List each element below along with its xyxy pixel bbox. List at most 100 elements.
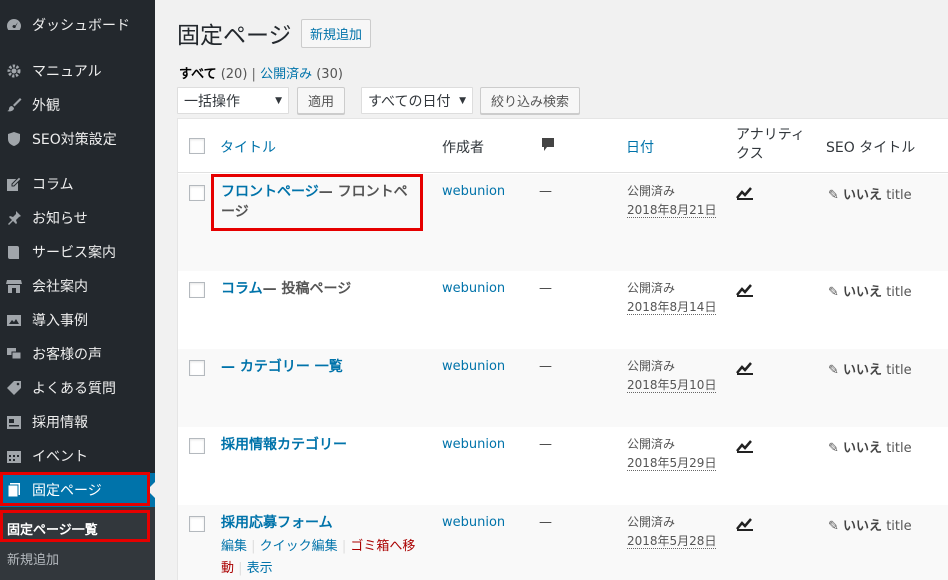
seo-label: title [886, 441, 912, 456]
row-comments: — [539, 184, 552, 199]
sidebar-item-services[interactable]: サービス案内 [0, 235, 155, 269]
admin-sidebar: ダッシュボード マニュアル 外観 SEO対策設定 コラム お知らせ サービス案内… [0, 0, 155, 580]
sidebar-item-manual[interactable]: マニュアル [0, 54, 155, 88]
row-date-value: 2018年5月10日 [627, 378, 717, 393]
sidebar-item-label: イベント [32, 449, 88, 465]
current-menu-arrow [147, 482, 155, 498]
sidebar-item-seo[interactable]: SEO対策設定 [0, 122, 155, 156]
sidebar-item-appearance[interactable]: 外観 [0, 88, 155, 122]
filter-button[interactable]: 絞り込み検索 [480, 87, 581, 114]
table-row: フロントページ— フロントページ webunion — 公開済み 2018年8月… [178, 174, 948, 271]
row-checkbox[interactable] [189, 438, 205, 454]
pages-table: タイトル 作成者 日付 アナリティクス SEO タイトル フロントページ— フロ… [177, 118, 948, 580]
row-comments: — [539, 281, 552, 296]
row-author[interactable]: webunion [442, 515, 505, 530]
page-title-link[interactable]: コラム [221, 281, 263, 297]
page-title: 固定ページ [177, 23, 292, 49]
analytics-icon[interactable] [736, 281, 754, 297]
pencil-icon: ✎ [828, 188, 839, 203]
row-date: 公開済み 2018年8月14日 [627, 279, 717, 317]
calendar-icon [5, 447, 23, 465]
sidebar-item-cases[interactable]: 導入事例 [0, 303, 155, 337]
row-author[interactable]: webunion [442, 359, 505, 374]
sidebar-item-news[interactable]: お知らせ [0, 201, 155, 235]
column-analytics: アナリティクス [736, 127, 805, 162]
row-author[interactable]: webunion [442, 437, 505, 452]
page-title-link[interactable]: — カテゴリー 一覧 [221, 359, 343, 375]
comment-icon[interactable] [541, 137, 555, 157]
page-state: — 投稿ページ [262, 281, 352, 297]
row-author[interactable]: webunion [442, 184, 505, 199]
page-title-link[interactable]: 採用応募フォーム [221, 515, 333, 531]
sidebar-item-faq[interactable]: よくある質問 [0, 371, 155, 405]
filter-all[interactable]: すべて [179, 67, 217, 82]
column-title[interactable]: タイトル [220, 137, 276, 157]
action-separator: | [234, 561, 247, 576]
sidebar-item-column[interactable]: コラム [0, 167, 155, 201]
row-date-value: 2018年8月21日 [627, 203, 717, 218]
sidebar-item-label: コラム [32, 177, 74, 193]
date-filter-select[interactable]: すべての日付 ▼ [361, 87, 473, 114]
column-seo-title: SEO タイトル [826, 140, 916, 156]
sidebar-item-label: お客様の声 [32, 347, 102, 363]
menu-separator [0, 42, 155, 51]
edit-link[interactable]: 編集 [221, 539, 247, 554]
pencil-icon: ✎ [828, 441, 839, 456]
row-checkbox[interactable] [189, 516, 205, 532]
row-status: 公開済み [627, 515, 676, 529]
row-comments: — [539, 359, 552, 374]
sidebar-item-event[interactable]: イベント [0, 439, 155, 473]
page-title-link[interactable]: 採用情報カテゴリー [221, 437, 347, 453]
table-row: 採用情報カテゴリー webunion — 公開済み 2018年5月29日 ✎ い… [178, 427, 948, 505]
sidebar-item-label: 導入事例 [32, 313, 88, 329]
filter-all-count: (20) [220, 67, 248, 82]
column-date[interactable]: 日付 [626, 137, 654, 157]
page-title-link[interactable]: フロントページ [221, 184, 319, 200]
sidebar-item-recruit[interactable]: 採用情報 [0, 405, 155, 439]
row-checkbox[interactable] [189, 360, 205, 376]
seo-status: いいえ [843, 519, 883, 534]
table-row: — カテゴリー 一覧 webunion — 公開済み 2018年5月10日 ✎ … [178, 349, 948, 427]
quick-edit-link[interactable]: クイック編集 [260, 539, 338, 554]
analytics-icon[interactable] [736, 184, 754, 200]
store-icon [5, 277, 23, 295]
analytics-icon[interactable] [736, 515, 754, 531]
filter-published-count: (30) [316, 67, 343, 82]
row-comments: — [539, 437, 552, 452]
sidebar-item-company[interactable]: 会社案内 [0, 269, 155, 303]
row-seo: ✎ いいえ title [828, 359, 912, 378]
sidebar-item-label: サービス案内 [32, 245, 116, 261]
analytics-icon[interactable] [736, 359, 754, 375]
sidebar-item-label: 固定ページ [32, 483, 102, 499]
sidebar-item-pages[interactable]: 固定ページ [0, 473, 155, 507]
sidebar-item-dashboard[interactable]: ダッシュボード [0, 8, 155, 42]
pin-icon [5, 209, 23, 227]
row-status: 公開済み [627, 184, 676, 198]
row-checkbox[interactable] [189, 185, 205, 201]
tag-icon [5, 379, 23, 397]
sidebar-item-testimonials[interactable]: お客様の声 [0, 337, 155, 371]
filter-published[interactable]: 公開済み [260, 67, 312, 82]
row-date: 公開済み 2018年5月10日 [627, 357, 717, 395]
add-new-button[interactable]: 新規追加 [301, 19, 372, 48]
row-status: 公開済み [627, 359, 676, 373]
seo-status: いいえ [843, 441, 883, 456]
table-header: タイトル 作成者 日付 アナリティクス SEO タイトル [178, 119, 948, 173]
seo-status: いいえ [843, 188, 883, 203]
row-date-value: 2018年5月29日 [627, 456, 717, 471]
column-author: 作成者 [442, 140, 484, 156]
apply-button[interactable]: 適用 [297, 87, 346, 114]
submenu-add-new[interactable]: 新規追加 [7, 549, 59, 568]
filter-separator: | [251, 67, 256, 82]
menu-separator [0, 156, 155, 165]
analytics-icon[interactable] [736, 437, 754, 453]
row-checkbox[interactable] [189, 282, 205, 298]
view-link[interactable]: 表示 [247, 561, 273, 576]
row-author[interactable]: webunion [442, 281, 505, 296]
date-filter-value: すべての日付 [368, 93, 451, 110]
bulk-action-select[interactable]: 一括操作 ▼ [177, 87, 289, 114]
select-all-checkbox[interactable] [189, 138, 205, 154]
submenu-all-pages[interactable]: 固定ページ一覧 [7, 519, 98, 538]
sidebar-item-label: SEO対策設定 [32, 132, 117, 148]
sidebar-item-label: よくある質問 [32, 381, 116, 397]
